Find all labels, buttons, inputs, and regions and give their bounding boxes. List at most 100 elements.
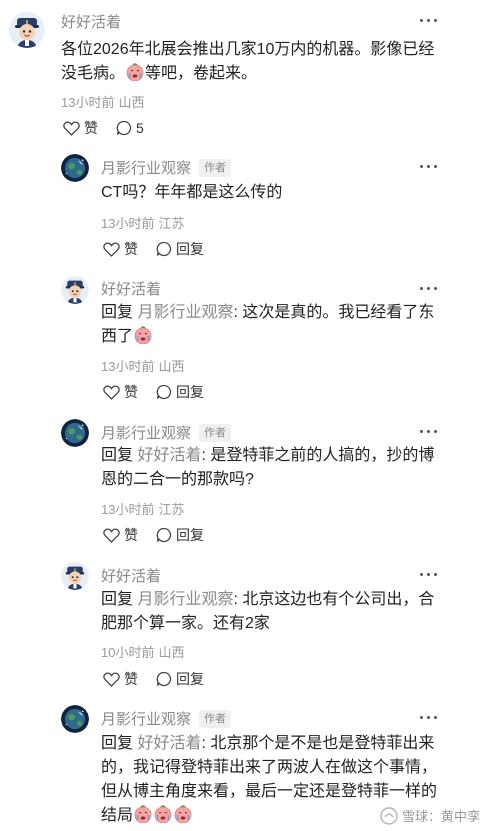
comment-author[interactable]: 好好活着 <box>61 11 121 32</box>
comment-bubble-icon <box>156 671 172 687</box>
heart-icon <box>103 527 120 543</box>
reply-prefix: 回复 <box>101 591 134 608</box>
comment-bubble-icon <box>156 527 172 543</box>
more-dots-icon[interactable] <box>420 285 438 293</box>
crying-face-emoji <box>154 805 172 823</box>
avatar[interactable] <box>61 154 89 182</box>
reply-author[interactable]: 月影行业观察 作者 <box>101 422 232 443</box>
reply-item: 好好活着 回复 月影行业观察: 这次是真的。我已经看了东西了 13小时前 山西 赞… <box>0 276 490 419</box>
more-dots-icon[interactable] <box>420 571 438 579</box>
reply-location: 山西 <box>158 359 185 374</box>
crying-face-emoji <box>174 805 192 823</box>
like-label: 赞 <box>124 671 138 687</box>
reply-count: 5 <box>136 120 144 136</box>
reply-meta: 13小时前 江苏 <box>101 213 184 232</box>
reply-label: 回复 <box>176 384 204 400</box>
author-badge: 作者 <box>199 424 232 442</box>
crying-face-emoji <box>134 326 152 344</box>
watermark-text: 雪球：黄中孪 <box>401 809 480 824</box>
crying-face-emoji <box>134 805 152 823</box>
comment-count-button[interactable]: 5 <box>116 120 144 136</box>
reply-label: 回复 <box>176 671 204 687</box>
reply-mention[interactable]: 月影行业观察 <box>137 304 233 321</box>
comment-meta: 13小时前 山西 <box>61 92 144 111</box>
reply-time: 13小时前 <box>101 359 155 374</box>
reply-content: 回复 月影行业观察: 这次是真的。我已经看了东西了 <box>101 301 441 349</box>
watermark: 雪球：黄中孪 <box>380 806 480 825</box>
reply-prefix: 回复 <box>101 735 134 752</box>
more-dots-icon[interactable] <box>420 714 438 722</box>
reply-mention[interactable]: 好好活着 <box>137 735 201 752</box>
reply-author-name: 月影行业观察 <box>101 711 192 728</box>
reply-author-name: 月影行业观察 <box>101 425 192 442</box>
reply-author-name: 好好活着 <box>101 568 162 585</box>
reply-location: 江苏 <box>158 502 185 517</box>
reply-prefix: 回复 <box>101 304 134 321</box>
reply-meta: 10小时前 山西 <box>101 642 184 661</box>
reply-label: 回复 <box>176 527 204 543</box>
reply-meta: 13小时前 山西 <box>101 356 184 375</box>
crying-face-emoji <box>126 63 144 81</box>
more-dots-icon[interactable] <box>420 163 438 171</box>
heart-icon <box>103 384 120 400</box>
comment-bubble-icon <box>116 120 132 136</box>
more-dots-icon[interactable] <box>420 428 438 436</box>
heart-icon <box>103 241 120 257</box>
like-button[interactable]: 赞 <box>103 525 138 545</box>
snowball-logo-icon <box>380 806 398 825</box>
comment-time: 13小时前 <box>61 95 115 110</box>
author-badge: 作者 <box>199 710 232 728</box>
comment-text-tail: 等吧，卷起来。 <box>145 65 258 82</box>
reply-text: CT吗？年年都是这么传的 <box>101 184 283 201</box>
comment-content: 各位2026年北展会推出几家10万内的机器。影像已经没毛病。 等吧，卷起来。 <box>61 38 441 86</box>
reply-content: CT吗？年年都是这么传的 <box>101 181 441 205</box>
heart-icon <box>63 120 80 136</box>
like-label: 赞 <box>84 120 98 136</box>
reply-actions: 赞 回复 <box>103 239 222 259</box>
reply-time: 10小时前 <box>101 645 155 660</box>
avatar[interactable] <box>61 276 89 304</box>
reply-label: 回复 <box>176 241 204 257</box>
reply-mention[interactable]: 月影行业观察 <box>137 591 233 608</box>
comment-bubble-icon <box>156 241 172 257</box>
reply-item: 月影行业观察 作者 CT吗？年年都是这么传的 13小时前 江苏 赞 回复 <box>0 148 490 276</box>
reply-prefix: 回复 <box>101 447 134 464</box>
comment-actions: 赞 5 <box>63 118 162 138</box>
like-label: 赞 <box>124 384 138 400</box>
reply-content: 回复 好好活着: 是登特菲之前的人搞的，抄的博恩的二合一的那款吗? <box>101 444 441 492</box>
reply-button[interactable]: 回复 <box>156 239 204 259</box>
reply-time: 13小时前 <box>101 216 155 231</box>
reply-time: 13小时前 <box>101 502 155 517</box>
like-label: 赞 <box>124 527 138 543</box>
reply-author-name: 好好活着 <box>101 281 162 298</box>
reply-location: 江苏 <box>158 216 185 231</box>
reply-author[interactable]: 月影行业观察 作者 <box>101 157 232 178</box>
like-button[interactable]: 赞 <box>103 239 138 259</box>
reply-actions: 赞 回复 <box>103 382 222 402</box>
avatar[interactable] <box>61 705 89 733</box>
like-label: 赞 <box>124 241 138 257</box>
root-comment: 好好活着 各位2026年北展会推出几家10万内的机器。影像已经没毛病。 等吧，卷起… <box>0 0 490 148</box>
reply-button[interactable]: 回复 <box>156 382 204 402</box>
like-button[interactable]: 赞 <box>63 118 98 138</box>
reply-actions: 赞 回复 <box>103 669 222 689</box>
comment-bubble-icon <box>156 384 172 400</box>
reply-button[interactable]: 回复 <box>156 669 204 689</box>
reply-author[interactable]: 好好活着 <box>101 565 161 586</box>
avatar[interactable] <box>61 419 89 447</box>
reply-author-name: 月影行业观察 <box>101 160 192 177</box>
heart-icon <box>103 671 120 687</box>
avatar[interactable] <box>9 12 45 48</box>
author-badge: 作者 <box>199 159 232 177</box>
reply-mention[interactable]: 好好活着 <box>137 447 201 464</box>
reply-item: 月影行业观察 作者 回复 好好活着: 是登特菲之前的人搞的，抄的博恩的二合一的那款… <box>0 419 490 562</box>
reply-content: 回复 月影行业观察: 北京这边也有个公司出，合肥那个算一家。还有2家 <box>101 588 441 636</box>
reply-author[interactable]: 月影行业观察 作者 <box>101 708 232 729</box>
like-button[interactable]: 赞 <box>103 669 138 689</box>
reply-meta: 13小时前 江苏 <box>101 499 184 518</box>
reply-button[interactable]: 回复 <box>156 525 204 545</box>
avatar[interactable] <box>61 562 89 590</box>
like-button[interactable]: 赞 <box>103 382 138 402</box>
more-dots-icon[interactable] <box>420 17 438 25</box>
reply-author[interactable]: 好好活着 <box>101 278 161 299</box>
